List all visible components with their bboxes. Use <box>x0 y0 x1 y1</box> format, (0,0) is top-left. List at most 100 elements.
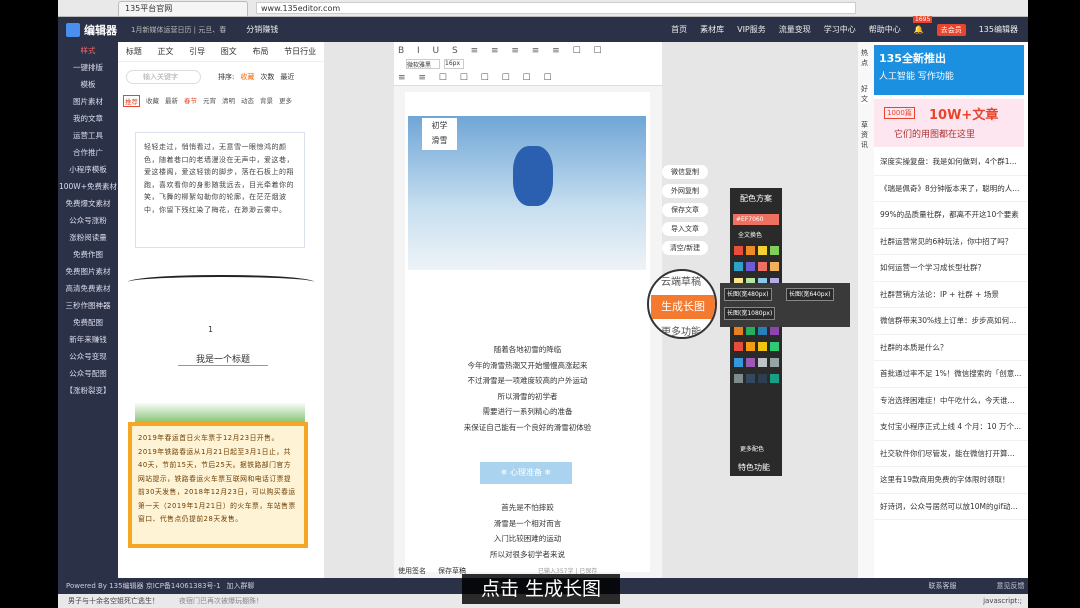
sidebar-item[interactable]: 100W+免费素材 <box>58 178 118 195</box>
sort-favorite[interactable]: 收藏 <box>240 72 254 82</box>
nav-promo[interactable]: 分销赚钱 <box>246 24 278 35</box>
ski-image[interactable]: 初学 滑雪 <box>408 116 646 270</box>
color-swatch[interactable] <box>746 262 755 271</box>
contact-service-link[interactable]: 联系客服 <box>929 581 957 591</box>
subtab[interactable]: 更多 <box>279 95 292 107</box>
color-swatch[interactable] <box>746 246 755 255</box>
url-field[interactable]: www.135editor.com <box>256 2 856 14</box>
tab-title[interactable]: 标题 <box>126 46 142 57</box>
join-group-link[interactable]: 加入群聊 <box>227 581 255 591</box>
title-sample[interactable]: 我是一个标题 <box>178 352 268 366</box>
save-article-button[interactable]: 保存文章 <box>662 203 708 217</box>
sidebar-item[interactable]: 运营工具 <box>58 127 118 144</box>
news-item[interactable]: 好诗词，公众号居然可以放10M的gif动... <box>874 494 1028 520</box>
nav-monetize[interactable]: 流量变现 <box>779 24 811 35</box>
signature-button[interactable]: 使用签名 <box>398 566 426 576</box>
vip-badge[interactable]: 去会员 <box>936 23 966 36</box>
sort-count[interactable]: 次数 <box>260 72 274 82</box>
color-swatch[interactable] <box>746 326 755 335</box>
insert-icons[interactable]: ≡ ≡ ☐ ☐ ☐ ☐ ☐ ☐ <box>398 73 557 83</box>
color-swatch[interactable] <box>734 358 743 367</box>
color-swatch[interactable] <box>770 342 779 351</box>
10w-ad-banner[interactable]: 1000篇 10W+文章 它们的用图都在这里 <box>874 99 1024 147</box>
color-swatch[interactable] <box>758 374 767 383</box>
tab-festival[interactable]: 节日行业 <box>284 46 316 57</box>
news-item[interactable]: 深度实操复盘：我是如何做到，4个群1... <box>874 149 1028 176</box>
color-swatch[interactable] <box>758 262 767 271</box>
sidebar-item[interactable]: 一键排版 <box>58 59 118 76</box>
long-640-button[interactable]: 长图(宽640px) <box>786 288 834 301</box>
subtab[interactable]: 背景 <box>260 95 273 107</box>
color-swatch[interactable] <box>770 246 779 255</box>
sidebar-item[interactable]: 模板 <box>58 76 118 93</box>
long-1080-button[interactable]: 长图(宽1080px) <box>724 307 776 320</box>
status-left[interactable]: 男子与十余名空姐死亡逃生！ <box>68 596 159 606</box>
sidebar-item[interactable]: 三秒作图神器 <box>58 297 118 314</box>
more-colors-link[interactable]: 更多配色 <box>740 444 764 453</box>
nav-notice[interactable]: 1月新媒体运营日历 | 元旦、春 <box>131 25 226 35</box>
color-swatch[interactable] <box>758 342 767 351</box>
subtab-spring[interactable]: 春节 <box>184 95 197 107</box>
news-item[interactable]: 首批通过率不足 1%！微信搜索的「创意... <box>874 361 1028 388</box>
feedback-link[interactable]: 意见反馈 <box>997 581 1025 591</box>
subtab[interactable]: 最新 <box>165 95 178 107</box>
sidebar-item[interactable]: 免费配图 <box>58 314 118 331</box>
color-swatch[interactable] <box>770 262 779 271</box>
template-card-2[interactable]: 2019年春运首日火车票于12月23日开售。2019年铁路春运从1月21日起至3… <box>128 422 308 548</box>
news-item[interactable]: 社群的本质是什么？ <box>874 335 1028 361</box>
news-item[interactable]: 社交软件你们尽管发，能在微信打开算... <box>874 441 1028 467</box>
sidebar-item[interactable]: 我的文章 <box>58 110 118 127</box>
color-swatch[interactable] <box>746 358 755 367</box>
sidebar-item[interactable]: 免费作图 <box>58 246 118 263</box>
current-color[interactable]: #EF7060 <box>733 214 779 225</box>
divider-number[interactable]: 1 <box>208 325 213 334</box>
document[interactable]: 初学 滑雪 随着各地初雪的降临 今年的滑雪热潮又开始慢慢高涨起来 不过滑雪是一项… <box>405 92 650 572</box>
wave-divider[interactable] <box>128 275 314 289</box>
sidebar-item[interactable]: 图片素材 <box>58 93 118 110</box>
full-text-recolor[interactable]: 全文换色 <box>738 230 762 239</box>
clear-new-button[interactable]: 清空/新建 <box>662 241 708 255</box>
size-select[interactable]: 16px <box>444 59 464 69</box>
tab-guide[interactable]: 引导 <box>189 46 205 57</box>
sidebar-item-style[interactable]: 样式 <box>58 42 118 59</box>
nav-vip[interactable]: VIP服务 <box>737 24 766 35</box>
color-swatch[interactable] <box>734 246 743 255</box>
news-item[interactable]: 专治选择困难症！中午吃什么，今天谁... <box>874 388 1028 414</box>
subtab[interactable]: 收藏 <box>146 95 159 107</box>
search-input[interactable]: 输入关键字 <box>126 70 201 84</box>
color-swatch[interactable] <box>758 246 767 255</box>
color-swatch[interactable] <box>734 342 743 351</box>
sidebar-item[interactable]: 免费爆文素材 <box>58 195 118 212</box>
import-article-button[interactable]: 导入文章 <box>662 222 708 236</box>
color-swatch[interactable] <box>734 374 743 383</box>
tab-hot[interactable]: 热点 <box>861 48 871 68</box>
color-swatch[interactable] <box>758 326 767 335</box>
user-brand[interactable]: 135编辑器 <box>979 24 1018 35</box>
subtab[interactable]: 元宵 <box>203 95 216 107</box>
news-item[interactable]: 微信群带来30%线上订单：步步高如何... <box>874 308 1028 335</box>
tab-news[interactable]: 草资讯 <box>861 120 871 150</box>
status-mid[interactable]: 夜宿门巴再次被爆玩棚殊！ <box>179 596 263 606</box>
generate-long-image-button[interactable]: 生成长图 <box>651 295 715 319</box>
bell-icon[interactable]: 🔔 <box>914 25 924 34</box>
sidebar-item[interactable]: 新年来赚钱 <box>58 331 118 348</box>
long-480-button[interactable]: 长图(宽480px) <box>724 288 772 301</box>
external-copy-button[interactable]: 外网复制 <box>662 184 708 198</box>
color-swatch[interactable] <box>758 358 767 367</box>
nav-materials[interactable]: 素材库 <box>700 24 724 35</box>
logo[interactable]: 编辑器 <box>66 22 117 38</box>
nav-learn[interactable]: 学习中心 <box>824 24 856 35</box>
color-swatch[interactable] <box>734 262 743 271</box>
color-swatch[interactable] <box>770 358 779 367</box>
format-icons[interactable]: B I U S ≡ ≡ ≡ ≡ ≡ ☐ ☐ <box>398 46 607 56</box>
nav-help[interactable]: 帮助中心 <box>869 24 901 35</box>
special-features[interactable]: 特色功能 <box>738 462 770 473</box>
cloud-draft-zoom[interactable]: 云端草稿 <box>661 273 701 288</box>
nav-home[interactable]: 首页 <box>671 24 687 35</box>
sidebar-item[interactable]: 公众号配图 <box>58 365 118 382</box>
color-swatch[interactable] <box>770 374 779 383</box>
subtab-recommend[interactable]: 推荐 <box>123 95 140 107</box>
news-item[interactable]: 99%的品质量社群，都离不开这10个要素 <box>874 202 1028 229</box>
sidebar-item[interactable]: 公众号变现 <box>58 348 118 365</box>
subtab[interactable]: 清明 <box>222 95 235 107</box>
